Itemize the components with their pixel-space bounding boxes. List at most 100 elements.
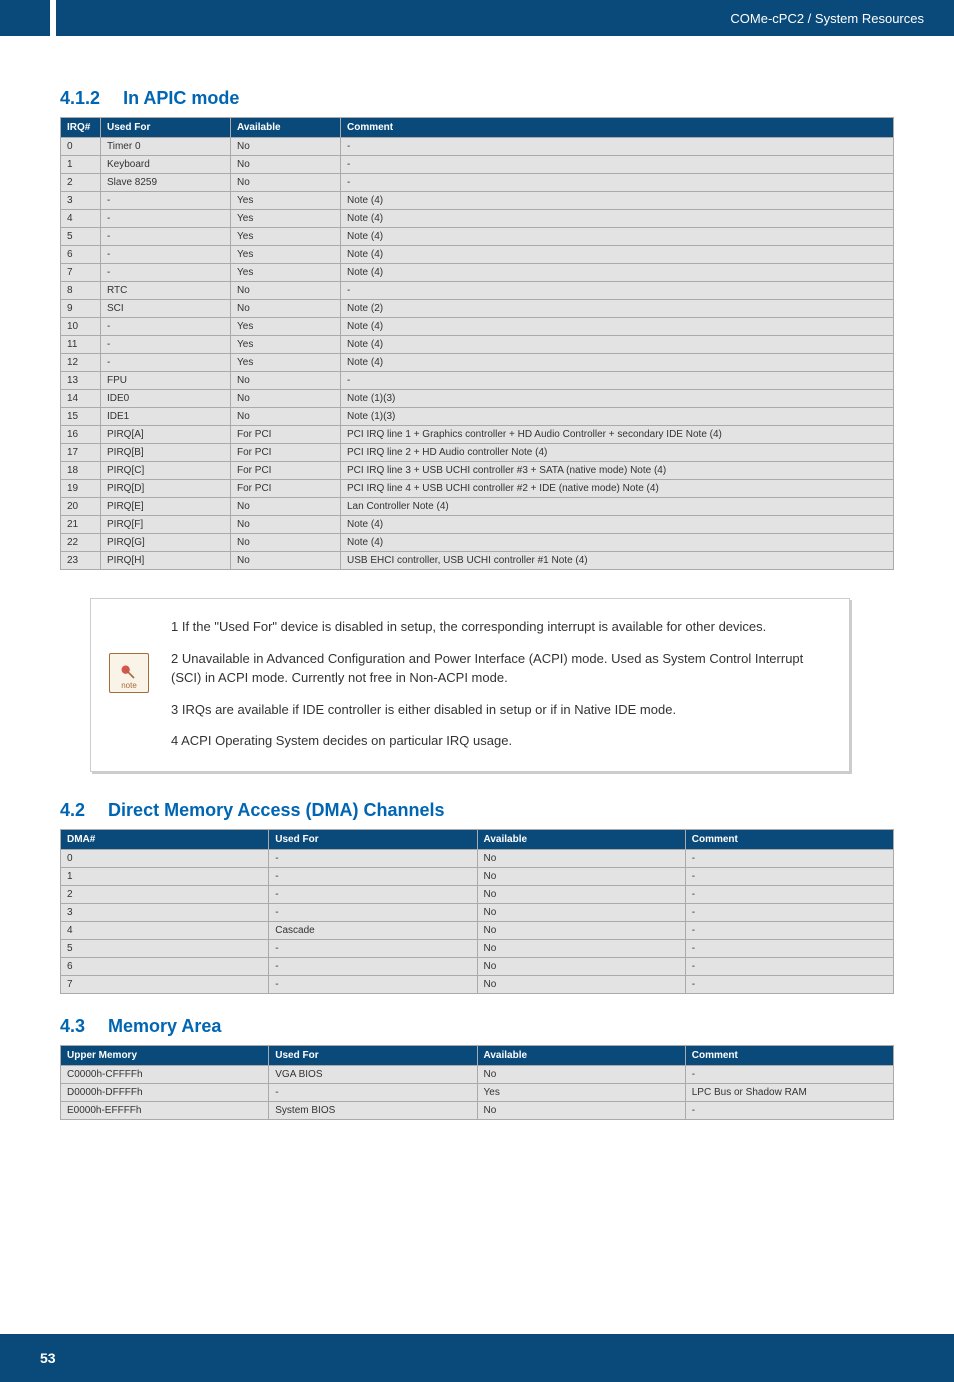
table-cell: -	[685, 957, 893, 975]
table-row: 4CascadeNo-	[61, 921, 894, 939]
table-row: 12-YesNote (4)	[61, 354, 894, 372]
table-cell: -	[269, 867, 477, 885]
table-cell: No	[231, 174, 341, 192]
table-cell: Note (1)(3)	[341, 390, 894, 408]
note-line: 3 IRQs are available if IDE controller i…	[171, 700, 821, 720]
section-dma-title: 4.2 Direct Memory Access (DMA) Channels	[60, 800, 894, 821]
table-cell: -	[269, 975, 477, 993]
table-cell: No	[477, 1065, 685, 1083]
table-cell: -	[101, 336, 231, 354]
table-cell: PCI IRQ line 4 + USB UCHI controller #2 …	[341, 480, 894, 498]
table-row: 13FPUNo-	[61, 372, 894, 390]
table-cell: 9	[61, 300, 101, 318]
table-cell: 6	[61, 957, 269, 975]
table-cell: 3	[61, 192, 101, 210]
table-row: 1KeyboardNo-	[61, 156, 894, 174]
table-cell: No	[231, 534, 341, 552]
table-cell: -	[101, 192, 231, 210]
header-bar: COMe-cPC2 / System Resources	[0, 0, 954, 36]
table-cell: 4	[61, 210, 101, 228]
note-icon: note	[109, 653, 149, 693]
table-cell: No	[231, 390, 341, 408]
table-cell: 10	[61, 318, 101, 336]
table-cell: 22	[61, 534, 101, 552]
table-cell: 5	[61, 228, 101, 246]
table-row: 9SCINoNote (2)	[61, 300, 894, 318]
table-cell: Note (4)	[341, 516, 894, 534]
table-cell: -	[341, 174, 894, 192]
table-cell: Yes	[231, 246, 341, 264]
table-cell: No	[231, 498, 341, 516]
section-heading: Memory Area	[108, 1016, 221, 1036]
section-apic-title: 4.1.2 In APIC mode	[60, 88, 894, 109]
table-cell: RTC	[101, 282, 231, 300]
table-cell: PIRQ[C]	[101, 462, 231, 480]
table-cell: -	[269, 1083, 477, 1101]
table-cell: 2	[61, 174, 101, 192]
table-row: 18PIRQ[C]For PCIPCI IRQ line 3 + USB UCH…	[61, 462, 894, 480]
table-cell: No	[231, 552, 341, 570]
table-cell: -	[685, 1065, 893, 1083]
table-cell: No	[231, 138, 341, 156]
table-cell: Note (4)	[341, 534, 894, 552]
table-cell: 21	[61, 516, 101, 534]
table-row: 2Slave 8259No-	[61, 174, 894, 192]
table-cell: No	[477, 903, 685, 921]
table-cell: No	[477, 921, 685, 939]
page-content: 4.1.2 In APIC mode IRQ# Used For Availab…	[0, 36, 954, 1194]
section-number: 4.3	[60, 1016, 85, 1037]
table-cell: -	[341, 372, 894, 390]
table-cell: -	[685, 867, 893, 885]
table-row: 7-YesNote (4)	[61, 264, 894, 282]
table-cell: No	[231, 156, 341, 174]
table-row: 20PIRQ[E]NoLan Controller Note (4)	[61, 498, 894, 516]
table-row: 21PIRQ[F]NoNote (4)	[61, 516, 894, 534]
table-row: 4-YesNote (4)	[61, 210, 894, 228]
table-row: 5-YesNote (4)	[61, 228, 894, 246]
table-cell: Note (4)	[341, 354, 894, 372]
note-line: 2 Unavailable in Advanced Configuration …	[171, 649, 821, 688]
table-cell: Keyboard	[101, 156, 231, 174]
page-number: 53	[40, 1350, 56, 1366]
table-cell: PIRQ[D]	[101, 480, 231, 498]
table-cell: 0	[61, 138, 101, 156]
table-cell: 19	[61, 480, 101, 498]
table-cell: 1	[61, 867, 269, 885]
table-cell: Lan Controller Note (4)	[341, 498, 894, 516]
breadcrumb: COMe-cPC2 / System Resources	[730, 11, 924, 26]
table-cell: No	[477, 885, 685, 903]
table-cell: 7	[61, 264, 101, 282]
table-cell: IDE1	[101, 408, 231, 426]
table-cell: 18	[61, 462, 101, 480]
table-cell: PIRQ[H]	[101, 552, 231, 570]
col-upper-memory: Upper Memory	[61, 1045, 269, 1065]
table-cell: No	[231, 408, 341, 426]
table-cell: 7	[61, 975, 269, 993]
table-header-row: DMA# Used For Available Comment	[61, 829, 894, 849]
table-cell: -	[101, 210, 231, 228]
table-cell: Note (4)	[341, 246, 894, 264]
table-cell: FPU	[101, 372, 231, 390]
table-cell: -	[269, 903, 477, 921]
col-available: Available	[231, 118, 341, 138]
table-cell: 1	[61, 156, 101, 174]
table-cell: -	[685, 975, 893, 993]
col-comment: Comment	[685, 1045, 893, 1065]
table-cell: Note (4)	[341, 210, 894, 228]
table-cell: 20	[61, 498, 101, 516]
table-cell: -	[101, 228, 231, 246]
table-cell: Yes	[231, 264, 341, 282]
table-cell: E0000h-EFFFFh	[61, 1101, 269, 1119]
col-comment: Comment	[685, 829, 893, 849]
table-row: 23PIRQ[H]NoUSB EHCI controller, USB UCHI…	[61, 552, 894, 570]
table-cell: No	[231, 516, 341, 534]
table-row: 7-No-	[61, 975, 894, 993]
table-cell: 8	[61, 282, 101, 300]
table-cell: -	[685, 885, 893, 903]
section-number: 4.1.2	[60, 88, 100, 109]
table-row: 1-No-	[61, 867, 894, 885]
table-cell: 0	[61, 849, 269, 867]
table-row: 8RTCNo-	[61, 282, 894, 300]
table-cell: No	[231, 282, 341, 300]
section-number: 4.2	[60, 800, 85, 821]
